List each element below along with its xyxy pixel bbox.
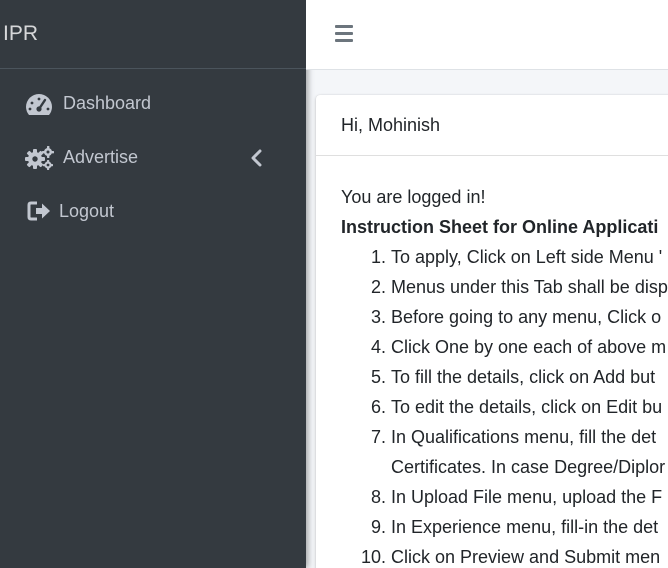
list-item: 10. Click on Preview and Submit men <box>360 547 661 567</box>
list-item: 4. Click One by one each of above m <box>370 337 667 357</box>
sidebar-item-advertise[interactable]: Advertise <box>0 131 306 185</box>
sidebar: IPR Dashboard Advertise Logout <box>0 0 306 568</box>
tachometer-icon <box>26 94 52 115</box>
sidebar-nav: Dashboard Advertise Logout <box>0 69 306 239</box>
sign-out-icon <box>27 201 50 221</box>
instruction-list: 1. To apply, Click on Left side Menu ' 2.… <box>341 242 668 568</box>
brand-title: IPR <box>3 22 39 45</box>
top-navbar <box>306 0 668 70</box>
cogs-icon <box>25 146 54 170</box>
sidebar-item-label: Dashboard <box>63 93 152 113</box>
chevron-left-icon <box>251 149 262 167</box>
list-item: 9. In Experience menu, fill-in the det <box>370 517 659 537</box>
list-item: 5. To fill the details, click on Add but <box>370 367 656 387</box>
brand-link[interactable]: IPR <box>0 0 306 69</box>
list-item: 1. To apply, Click on Left side Menu ' <box>370 247 663 267</box>
list-item: 3. Before going to any menu, Click o <box>370 307 662 327</box>
list-item: 6. To edit the details, click on Edit bu <box>370 397 663 417</box>
sidebar-item-label: Advertise <box>63 147 139 167</box>
sidebar-item-label: Logout <box>59 201 115 221</box>
menu-toggle-icon[interactable] <box>335 25 353 42</box>
list-item: 2. Menus under this Tab shall be disp <box>370 277 668 297</box>
instruction-title: Instruction Sheet for Online Applicati <box>341 217 659 237</box>
sidebar-item-logout[interactable]: Logout <box>0 185 306 239</box>
greeting-text: Hi, Mohinish <box>341 115 441 135</box>
list-item: 8. In Upload File menu, upload the F <box>370 487 663 507</box>
list-item: 7. In Qualifications menu, fill the det Ce… <box>370 427 666 477</box>
sidebar-item-dashboard[interactable]: Dashboard <box>0 77 306 131</box>
logged-in-message: You are logged in! <box>341 187 486 207</box>
card-body: You are logged in! Instruction Sheet for… <box>316 156 668 568</box>
welcome-card: Hi, Mohinish You are logged in! Instruct… <box>316 95 668 568</box>
card-header: Hi, Mohinish <box>316 95 668 156</box>
